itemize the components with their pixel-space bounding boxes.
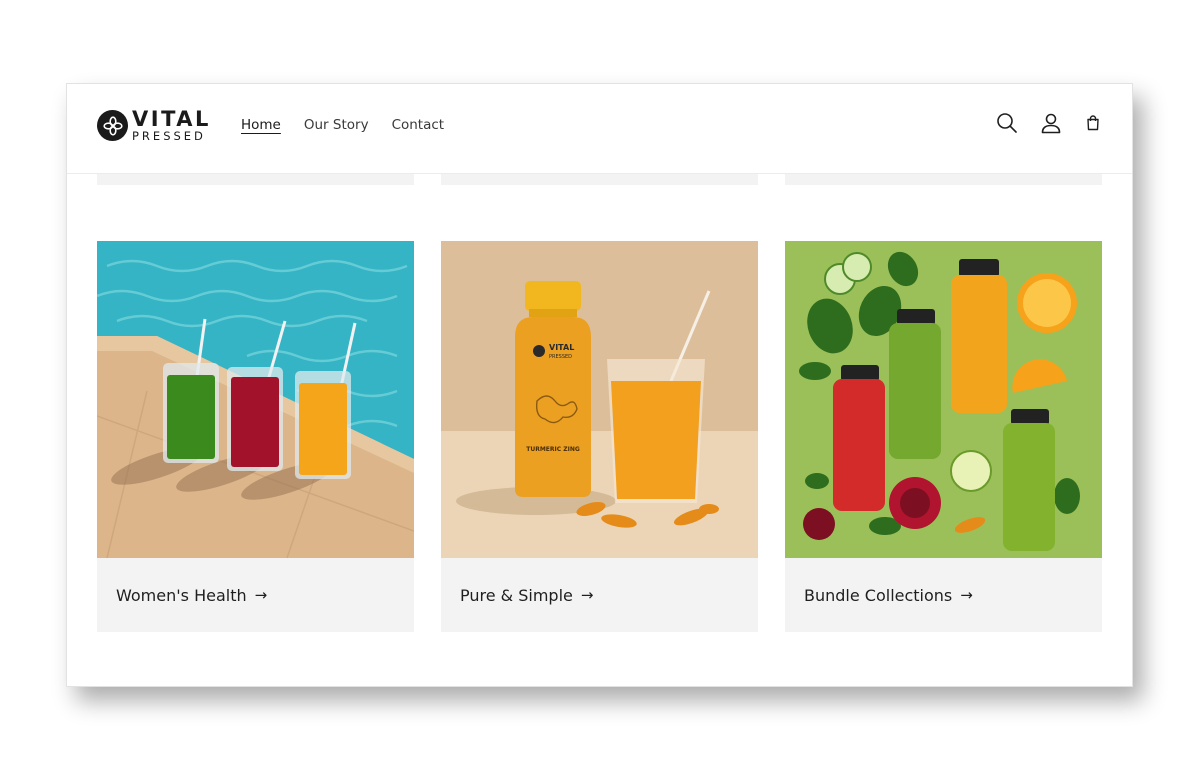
arrow-right-icon: → xyxy=(580,586,594,604)
card-title: Pure & Simple xyxy=(460,585,573,605)
collection-card-pure-simple[interactable]: VITAL PRESSED TURMERIC ZING Pure & Simpl… xyxy=(441,241,758,632)
card-edge xyxy=(785,174,1102,185)
site-header: VITAL PRESSED Home Our Story Contact xyxy=(67,84,1132,174)
arrow-right-icon: → xyxy=(960,586,973,604)
pure-simple-image: VITAL PRESSED TURMERIC ZING xyxy=(441,241,758,558)
header-icons xyxy=(996,112,1102,134)
arrow-right-icon: → xyxy=(254,586,268,604)
card-title: Women's Health xyxy=(116,585,247,605)
nav-item-home[interactable]: Home xyxy=(241,117,281,133)
collection-cards: Women's Health → VITAL PRESSED TURMERIC … xyxy=(97,241,1102,632)
nav-item-our-story[interactable]: Our Story xyxy=(304,117,369,133)
bottle-flavor-label: TURMERIC ZING xyxy=(526,446,580,453)
card-title: Bundle Collections xyxy=(804,585,953,605)
collection-card-bundle-collections[interactable]: Bundle Collections → xyxy=(785,241,1102,632)
collection-card-womens-health[interactable]: Women's Health → xyxy=(97,241,414,632)
card-edge xyxy=(441,174,758,185)
nav-item-contact[interactable]: Contact xyxy=(392,117,445,133)
brand-wordmark: VITAL PRESSED xyxy=(132,109,211,143)
main-nav: Home Our Story Contact xyxy=(241,117,444,133)
flower-logo-icon xyxy=(97,110,128,142)
cart-icon[interactable] xyxy=(1084,114,1102,132)
bottle-brand-bottom: PRESSED xyxy=(549,354,572,360)
brand-name-top: VITAL xyxy=(132,107,211,131)
bundle-collections-image xyxy=(785,241,1102,558)
card-footer: Pure & Simple → xyxy=(441,558,758,632)
bottle-brand-top: VITAL xyxy=(549,343,574,352)
card-footer: Bundle Collections → xyxy=(785,558,1102,632)
account-icon[interactable] xyxy=(1040,112,1062,134)
card-edge xyxy=(97,174,414,185)
search-icon[interactable] xyxy=(996,112,1018,134)
brand-name-bottom: PRESSED xyxy=(132,129,206,143)
browser-frame: VITAL PRESSED Home Our Story Contact Wom… xyxy=(66,83,1133,687)
womens-health-image xyxy=(97,241,414,558)
brand-logo[interactable]: VITAL PRESSED xyxy=(97,109,211,143)
card-footer: Women's Health → xyxy=(97,558,414,632)
previous-row-card-edges xyxy=(97,174,1102,185)
